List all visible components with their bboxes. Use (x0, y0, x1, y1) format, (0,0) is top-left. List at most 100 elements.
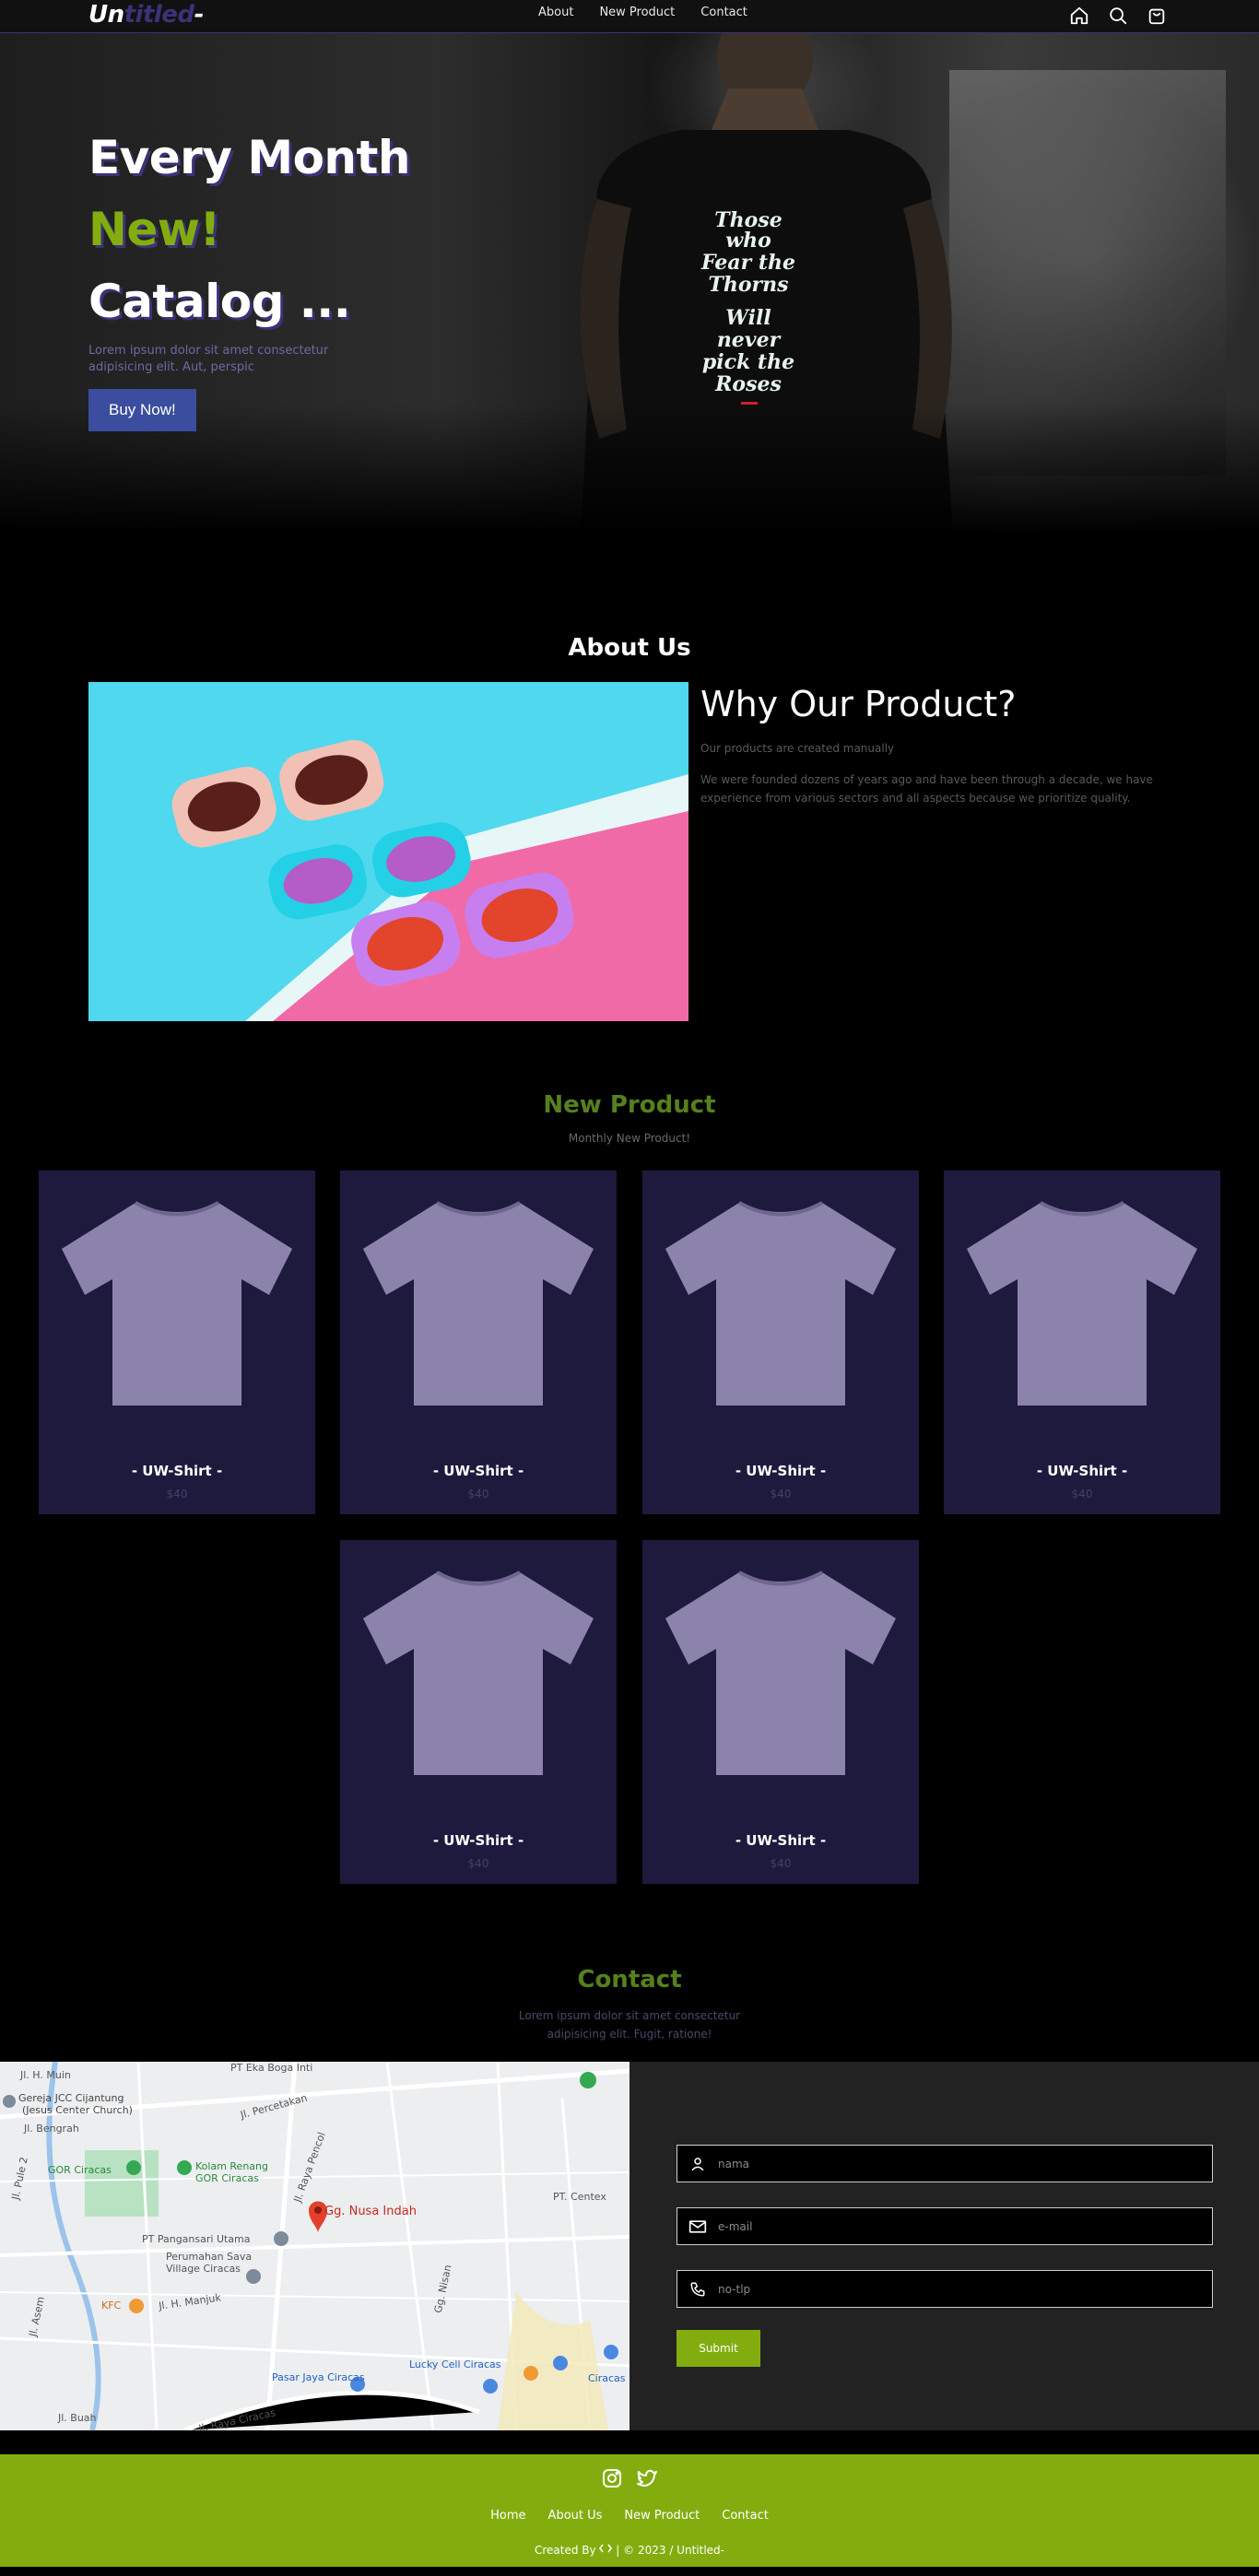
contact-row: Gereja JCC Cijantung (Jesus Center Churc… (0, 2062, 1259, 2430)
hero-title-line-2: New! (88, 203, 220, 256)
product-card[interactable]: - UW-Shirt - $40 (944, 1170, 1220, 1514)
shirt-print-line-5: Will (725, 306, 771, 330)
nav-link-about[interactable]: About (525, 6, 586, 19)
product-name: - UW-Shirt - (735, 1832, 827, 1849)
nav-link-contact[interactable]: Contact (688, 6, 760, 19)
map-label-pt-pangansari: PT Pangansari Utama (142, 2233, 251, 2245)
name-field[interactable] (677, 2145, 1213, 2182)
shirt-print-line-6: never (717, 328, 782, 352)
shirt-print-line-2: who (725, 229, 771, 253)
email-input[interactable] (718, 2219, 1179, 2233)
product-grid: - UW-Shirt - $40 - UW-Shirt - $40 - UW-S… (0, 1170, 1259, 1885)
hero-title: Every Month New! Catalog ... (88, 122, 411, 337)
product-card[interactable]: - UW-Shirt - $40 (340, 1170, 617, 1514)
map-label-pin: Gg. Nusa Indah (324, 2205, 417, 2218)
map-embed[interactable]: Gereja JCC Cijantung (Jesus Center Churc… (0, 2062, 630, 2430)
instagram-icon[interactable] (601, 2467, 623, 2493)
map-label-centex: PT. Centex (553, 2191, 606, 2203)
nav-icons (1065, 2, 1171, 29)
nav-link-new-product[interactable]: New Product (586, 6, 688, 19)
contact-desc-line-1: Lorem ipsum dolor sit amet consectetur (518, 2009, 741, 2022)
hero-title-line-1: Every Month (88, 131, 411, 184)
hero-banner: Those who Fear the Thorns Will never pic… (0, 33, 1259, 533)
footer-link-contact[interactable]: Contact (711, 2509, 780, 2523)
phone-input[interactable] (718, 2282, 1179, 2296)
product-name: - UW-Shirt - (131, 1463, 223, 1479)
map-label-kfc: KFC (101, 2300, 122, 2311)
tshirt-image (665, 1201, 896, 1406)
about-row: Why Our Product? Our products are create… (0, 682, 1259, 1021)
product-card[interactable]: - UW-Shirt - $40 (340, 1540, 617, 1884)
hero-model-image: Those who Fear the Thorns Will never pic… (580, 33, 953, 533)
search-icon[interactable] (1104, 2, 1132, 29)
product-card[interactable]: - UW-Shirt - $40 (39, 1170, 315, 1514)
map-label-pool-2: GOR Ciracas (195, 2172, 259, 2184)
phone-field[interactable] (677, 2270, 1213, 2308)
submit-button[interactable]: Submit (677, 2330, 760, 2367)
brand-logo[interactable]: Untitled- (88, 1, 204, 29)
product-price: $40 (467, 1857, 489, 1870)
map-label-pasar: Pasar Jaya Ciracas (272, 2371, 365, 2383)
contact-form: Submit (630, 2062, 1259, 2430)
product-card[interactable]: - UW-Shirt - $40 (642, 1540, 919, 1884)
footer-credit: Created By | © 2023 / Untitled- (0, 2543, 1259, 2557)
tshirt-image (967, 1201, 1197, 1406)
about-paragraph-1: Our products are created manually (700, 742, 895, 755)
map-label-bengkel: Jl. Bengrah (24, 2123, 79, 2135)
about-title: About Us (568, 634, 691, 662)
shirt-print-line-7: pick the (702, 350, 794, 374)
map-label-gor: GOR Ciracas (48, 2164, 112, 2176)
shopping-bag-icon[interactable] (1143, 2, 1171, 29)
hero-description: Lorem ipsum dolor sit amet consectetur a… (88, 344, 329, 374)
email-field[interactable] (677, 2207, 1213, 2245)
user-icon (677, 2156, 718, 2172)
phone-icon (677, 2281, 718, 2298)
map-label-pool: Kolam Renang (195, 2160, 268, 2172)
mail-icon (677, 2218, 718, 2235)
about-paragraph-2: We were founded dozens of years ago and … (700, 773, 1153, 805)
navbar: Untitled- About New Product Contact (0, 0, 1259, 33)
contact-title: Contact (577, 1966, 682, 1994)
name-input[interactable] (718, 2157, 1179, 2170)
brand-part-3: - (194, 1, 205, 29)
contact-description: Lorem ipsum dolor sit amet consectetur a… (0, 2006, 1259, 2043)
product-price: $40 (467, 1488, 489, 1500)
brand-part-2: titled (124, 1, 194, 29)
code-icon (599, 2544, 613, 2557)
map-label-housing-1: Perumahan Sava (166, 2251, 253, 2263)
hero-background-window (949, 70, 1226, 476)
product-price: $40 (770, 1488, 792, 1500)
footer-links: Home About Us New Product Contact (0, 2509, 1259, 2523)
map-label-housing-2: Village Ciracas (166, 2263, 241, 2275)
product-price: $40 (166, 1488, 188, 1500)
product-name: - UW-Shirt - (735, 1463, 827, 1479)
footer-link-new-product[interactable]: New Product (613, 2509, 711, 2523)
about-heading: Why Our Product? (700, 684, 1017, 724)
about-info: Why Our Product? Our products are create… (700, 682, 1161, 807)
credit-suffix: | © 2023 / Untitled- (616, 2544, 724, 2557)
footer-link-about-us[interactable]: About Us (537, 2509, 614, 2523)
map-label-church-2: (Jesus Center Church) (22, 2104, 133, 2116)
product-price: $40 (770, 1857, 792, 1870)
footer-link-home[interactable]: Home (479, 2509, 536, 2523)
product-name: - UW-Shirt - (432, 1832, 524, 1849)
tshirt-image (665, 1570, 896, 1775)
map-label-lucky: Lucky Cell Ciracas (409, 2358, 501, 2370)
about-section: About Us Why Our Product? Our products a… (0, 533, 1259, 1021)
hero-text-block: Every Month New! Catalog ... Lorem ipsum… (88, 122, 411, 431)
footer: Home About Us New Product Contact Create… (0, 2454, 1259, 2567)
nav-links: About New Product Contact (525, 6, 760, 19)
buy-now-button[interactable]: Buy Now! (88, 389, 196, 431)
map-label-eka-boga: PT Eka Boga Inti (230, 2062, 313, 2074)
products-title: New Product (543, 1091, 716, 1119)
products-section: New Product Monthly New Product! - UW-Sh… (0, 1091, 1259, 1885)
home-icon[interactable] (1065, 2, 1093, 29)
about-image (88, 682, 688, 1021)
map-label-muin: Jl. H. Muin (20, 2069, 71, 2081)
tshirt-image (363, 1570, 594, 1775)
product-card[interactable]: - UW-Shirt - $40 (642, 1170, 919, 1514)
twitter-icon[interactable] (636, 2467, 658, 2493)
credit-prefix: Created By (535, 2544, 596, 2557)
shirt-print-line-4: Thorns (708, 273, 788, 297)
contact-section: Contact Lorem ipsum dolor sit amet conse… (0, 1966, 1259, 2430)
